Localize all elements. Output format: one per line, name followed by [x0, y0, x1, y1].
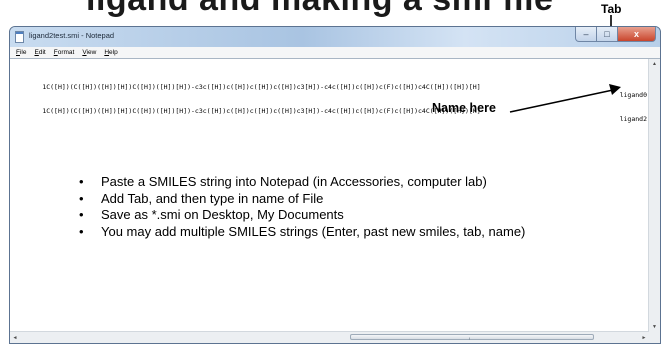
window-title: ligand2test.smi - Notepad	[29, 31, 115, 40]
horizontal-scroll-thumb[interactable]: III	[350, 334, 594, 341]
vertical-scrollbar[interactable]: ▲ ▼	[648, 59, 660, 332]
horizontal-scrollbar[interactable]: ◄ III ►	[10, 331, 649, 343]
slide-title: ligand and making a smi file in Notepad	[0, 0, 560, 22]
scroll-up-icon[interactable]: ▲	[649, 59, 660, 69]
smiles-string: 1C([H])(C([H])([H])[H])C([H])([H])[H])-c…	[42, 83, 481, 91]
menu-help[interactable]: Help	[104, 49, 117, 56]
text-line: 1C([H])(C([H])([H])[H])C([H])([H])[H])-c…	[11, 75, 649, 99]
slide-title-text: ligand and making a smi file in Notepad	[86, 0, 560, 19]
scroll-down-icon[interactable]: ▼	[649, 322, 660, 332]
window-controls: – □ x	[575, 27, 656, 42]
scroll-left-icon[interactable]: ◄	[10, 332, 20, 343]
close-button[interactable]: x	[618, 27, 656, 42]
menu-file[interactable]: File	[16, 49, 27, 56]
smiles-string: 1C([H])(C([H])([H])[H])C([H])([H])[H])-c…	[42, 107, 481, 115]
menu-edit[interactable]: Edit	[35, 49, 46, 56]
instruction-item: You may add multiple SMILES strings (Ent…	[79, 224, 525, 241]
name-arrow-icon	[509, 84, 621, 113]
instruction-item: Save as *.smi on Desktop, My Documents	[79, 207, 525, 224]
instruction-item: Add Tab, and then type in name of File	[79, 191, 525, 208]
maximize-button[interactable]: □	[597, 27, 618, 42]
notepad-icon	[15, 31, 24, 43]
menu-bar: File Edit Format View Help	[10, 47, 660, 58]
name-annotation: Name here	[432, 101, 496, 115]
minimize-button[interactable]: –	[575, 27, 597, 42]
instruction-item: Paste a SMILES string into Notepad (in A…	[79, 174, 525, 191]
menu-format[interactable]: Format	[54, 49, 75, 56]
scroll-right-icon[interactable]: ►	[639, 332, 649, 343]
instruction-list: Paste a SMILES string into Notepad (in A…	[79, 174, 525, 240]
tab-annotation: Tab	[601, 2, 622, 16]
resize-corner[interactable]	[649, 332, 660, 343]
title-bar[interactable]: ligand2test.smi - Notepad – □ x	[10, 27, 660, 47]
menu-view[interactable]: View	[82, 49, 96, 56]
